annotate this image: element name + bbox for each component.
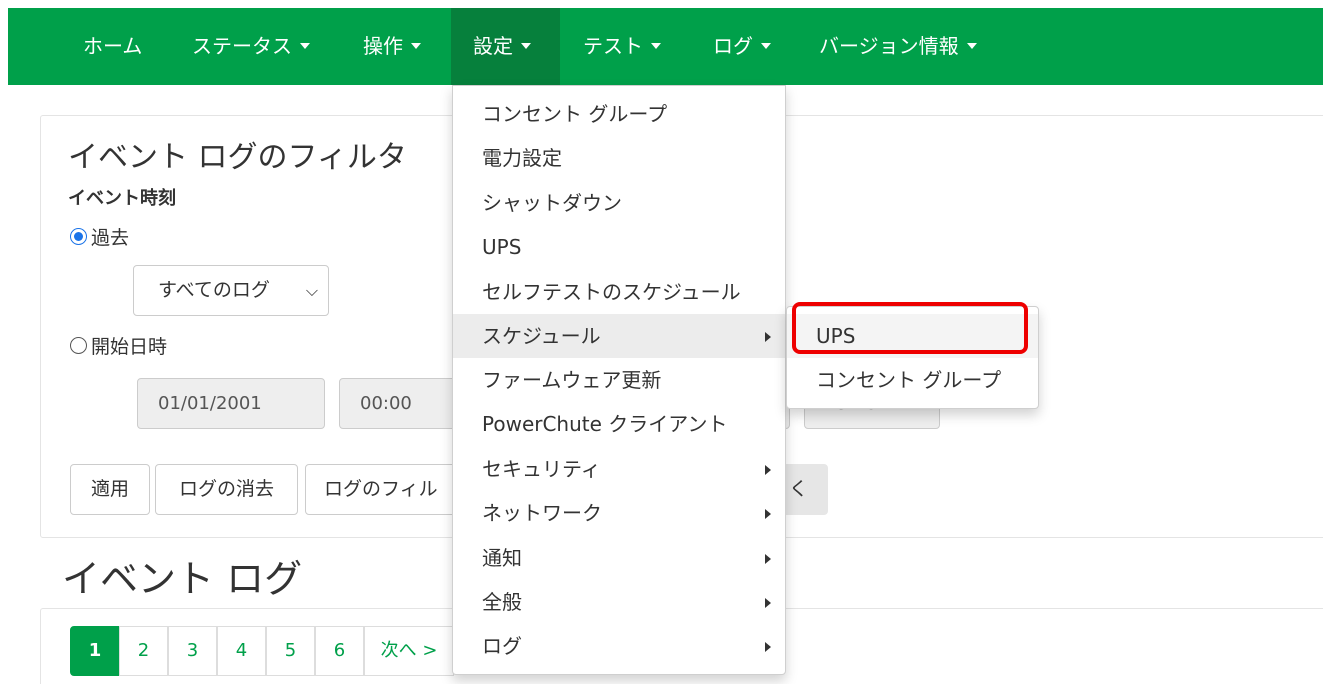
menu-item-self-test-schedule[interactable]: セルフテストのスケジュール [453,270,785,314]
chevron-down-icon [966,42,977,49]
past-radio-row[interactable]: 過去 [70,223,129,250]
chevron-right-icon [765,598,771,608]
clear-log-button[interactable]: ログの消去 [155,464,298,515]
menu-item-general[interactable]: 全般 [453,580,785,624]
nav-test[interactable]: テスト [583,8,661,85]
event-time-label: イベント時刻 [68,188,176,209]
nav-settings-label: 設定 [473,34,513,58]
chevron-down-icon [411,42,421,49]
start-radio-row[interactable]: 開始日時 [70,332,167,359]
menu-item-firmware-update[interactable]: ファームウェア更新 [453,358,785,402]
menu-item-label: コンセント グループ [482,102,668,126]
past-radio[interactable] [70,228,87,245]
menu-item-label: セキュリティ [482,457,601,481]
page-next-label: 次へ > [380,640,438,661]
apply-button-label: 適用 [90,478,129,500]
start-date-value: 01/01/2001 [158,393,262,414]
chevron-down-icon [651,42,661,49]
menu-item-label: 通知 [482,546,522,570]
chevron-down-icon [521,42,531,49]
menu-item-label: 全般 [482,590,522,614]
page-4[interactable]: 4 [217,626,266,676]
menu-item-powerchute-clients[interactable]: PowerChute クライアント [453,402,785,446]
start-radio-label: 開始日時 [91,336,168,358]
page-2[interactable]: 2 [119,626,168,676]
chevron-right-icon [765,554,771,564]
page-next[interactable]: 次へ > [364,626,454,676]
page-3-label: 3 [186,640,199,661]
menu-item-label: ネットワーク [482,501,602,525]
nav-test-label: テスト [583,34,643,58]
nav-home-label: ホーム [83,34,143,58]
filter-title: イベント ログのフィルタ [68,140,407,175]
page-3[interactable]: 3 [168,626,217,676]
open-log-button-label: く [789,478,809,500]
chevron-right-icon [765,509,771,519]
chevron-down-icon: ⌵ [305,281,318,300]
event-log-heading: イベント ログ [62,557,303,601]
menu-item-label: セルフテストのスケジュール [482,280,741,304]
filter-log-button-label: ログのフィル [324,478,438,500]
menu-item-shutdown[interactable]: シャットダウン [453,181,785,225]
start-radio[interactable] [70,337,87,354]
clear-log-button-label: ログの消去 [178,478,274,500]
chevron-right-icon [765,465,771,475]
menu-item-label: スケジュール [482,324,601,348]
filter-log-button[interactable]: ログのフィル [305,464,465,515]
chevron-down-icon [300,42,310,49]
menu-item-label: PowerChute クライアント [482,412,728,436]
page-2-label: 2 [137,640,150,661]
apply-button[interactable]: 適用 [70,464,150,515]
nav-operations[interactable]: 操作 [363,8,421,85]
page-4-label: 4 [235,640,248,661]
nav-home[interactable]: ホーム [83,8,142,85]
page-1-label: 1 [88,640,102,661]
settings-dropdown-menu: コンセント グループ 電力設定 シャットダウン UPS セルフテストのスケジュー… [452,85,786,675]
menu-item-network[interactable]: ネットワーク [453,491,785,535]
chevron-down-icon [761,42,771,49]
menu-item-outlet-groups[interactable]: コンセント グループ [453,92,785,136]
nav-logs[interactable]: ログ [713,8,771,85]
submenu-item-label: コンセント グループ [816,368,1002,392]
nav-operations-label: 操作 [363,34,403,58]
menu-item-label: UPS [482,235,522,259]
top-navbar: ホーム ステータス 操作 設定 テスト ログ バージョン情報 [8,8,1323,85]
page-5-label: 5 [284,640,297,661]
highlight-annotation [792,302,1028,354]
start-date-field[interactable]: 01/01/2001 [137,378,325,429]
page-6[interactable]: 6 [315,626,364,676]
chevron-right-icon [765,642,771,652]
menu-item-logs[interactable]: ログ [453,624,785,668]
page-5[interactable]: 5 [266,626,315,676]
menu-item-label: ファームウェア更新 [482,368,662,392]
past-radio-label: 過去 [91,227,130,249]
menu-item-notifications[interactable]: 通知 [453,536,785,580]
start-time-value: 00:00 [360,393,412,414]
nav-version-info[interactable]: バージョン情報 [819,8,977,85]
page-6-label: 6 [333,640,346,661]
menu-item-label: ログ [482,634,522,658]
nav-status-label: ステータス [192,34,292,58]
page-1[interactable]: 1 [70,626,120,676]
nav-status[interactable]: ステータス [192,8,310,85]
nav-logs-label: ログ [713,34,753,58]
log-range-select-value: すべてのログ [158,279,270,301]
menu-item-security[interactable]: セキュリティ [453,447,785,491]
menu-item-label: 電力設定 [482,146,562,170]
menu-item-schedule[interactable]: スケジュール [453,314,785,358]
nav-version-info-label: バージョン情報 [819,34,959,58]
menu-item-power-settings[interactable]: 電力設定 [453,136,785,180]
menu-item-ups[interactable]: UPS [453,225,785,269]
log-range-select[interactable]: すべてのログ ⌵ [133,265,329,316]
submenu-item-outlet-groups[interactable]: コンセント グループ [787,358,1038,402]
menu-item-label: シャットダウン [482,191,622,215]
start-time-field[interactable]: 00:00 [339,378,459,429]
chevron-right-icon [765,332,771,342]
nav-settings[interactable]: 設定 [451,8,560,85]
